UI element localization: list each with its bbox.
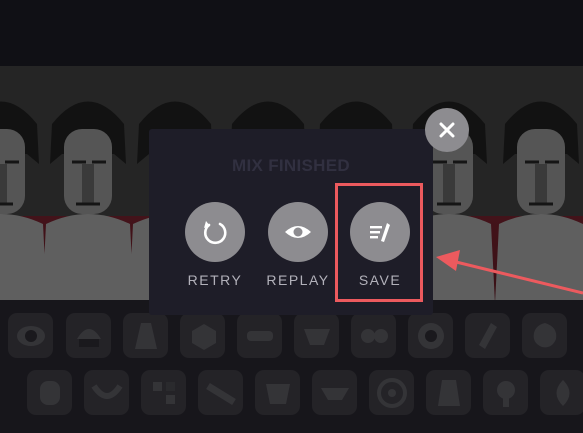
eye-icon[interactable]: [268, 202, 328, 262]
close-icon: [439, 122, 455, 138]
save-button[interactable]: SAVE: [345, 202, 415, 288]
save-label: SAVE: [358, 272, 402, 288]
mix-finished-dialog: MIX FINISHED RETRY REPLAY SAVE: [149, 129, 433, 315]
retry-button[interactable]: RETRY: [180, 202, 250, 288]
retry-icon[interactable]: [185, 202, 245, 262]
replay-label: REPLAY: [266, 272, 330, 288]
save-icon[interactable]: [350, 202, 410, 262]
retry-label: RETRY: [187, 272, 243, 288]
close-button[interactable]: [425, 108, 469, 152]
replay-button[interactable]: REPLAY: [263, 202, 333, 288]
dialog-title: MIX FINISHED: [232, 156, 350, 175]
